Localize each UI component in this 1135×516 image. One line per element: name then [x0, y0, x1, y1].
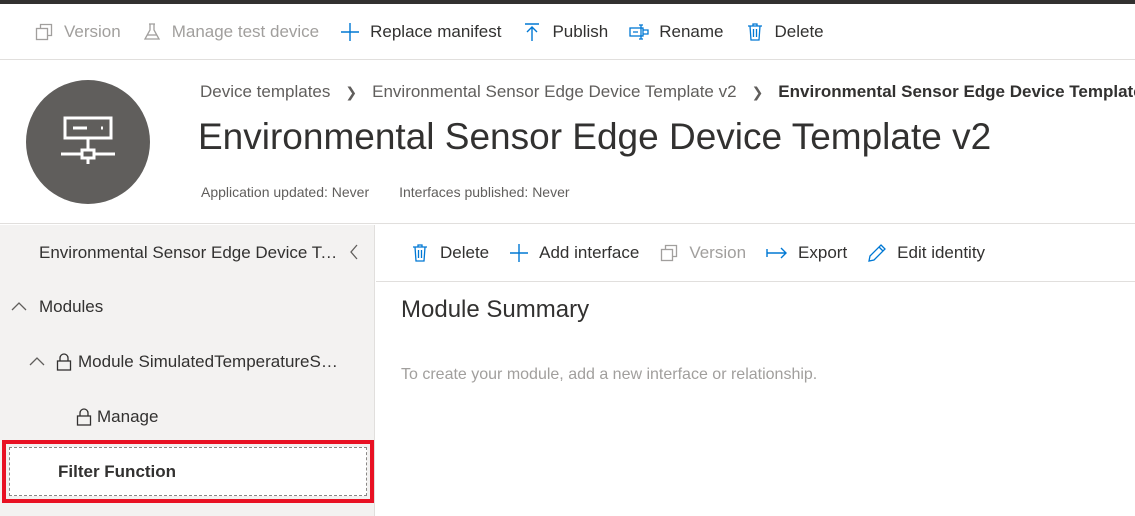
trash-icon — [413, 244, 427, 262]
edit-identity-label: Edit identity — [897, 243, 986, 262]
application-updated-text: Application updated: Never — [201, 184, 370, 200]
publish-icon — [525, 22, 540, 41]
replace-manifest-button[interactable]: Replace manifest — [340, 4, 501, 59]
tree-item-filter-function[interactable]: Filter Function — [9, 447, 367, 496]
export-icon — [766, 247, 788, 259]
tree-item-module[interactable]: Module SimulatedTemperatureSensor — [28, 352, 344, 372]
plus-icon — [341, 22, 360, 41]
chevron-up-icon — [11, 302, 27, 311]
delete-label: Delete — [440, 243, 490, 262]
template-header: Device templates ❯ Environmental Sensor … — [0, 60, 1135, 224]
interfaces-published-text: Interfaces published: Never — [399, 184, 570, 200]
breadcrumb-device-templates[interactable]: Device templates — [200, 82, 330, 102]
publish-label: Publish — [552, 21, 609, 41]
rename-label: Rename — [659, 21, 724, 41]
module-toolbar: Delete Add interface Version Export Edit… — [376, 225, 1135, 282]
module-version-button[interactable]: Version — [659, 225, 746, 281]
replace-manifest-label: Replace manifest — [370, 21, 502, 41]
export-button[interactable]: Export — [766, 225, 847, 281]
template-tree-sidebar: Environmental Sensor Edge Device Templat… — [0, 225, 375, 516]
add-interface-button[interactable]: Add interface — [509, 225, 639, 281]
chevron-up-icon — [29, 357, 45, 366]
breadcrumb: Device templates ❯ Environmental Sensor … — [200, 82, 1135, 102]
tree-item-manage[interactable]: Manage — [76, 407, 158, 427]
version-icon — [35, 23, 53, 40]
delete-template-button[interactable]: Delete — [745, 4, 824, 59]
lock-icon — [76, 408, 92, 426]
sidebar-title: Environmental Sensor Edge Device Templat… — [39, 243, 344, 262]
device-template-avatar — [26, 80, 150, 204]
section-title: Module Summary — [401, 296, 590, 323]
empty-state-message: To create your module, add a new interfa… — [401, 366, 818, 383]
tree-item-label: Filter Function — [58, 461, 177, 481]
network-device-icon — [61, 116, 115, 164]
delete-label: Delete — [774, 21, 824, 41]
version-label: Version — [64, 21, 121, 41]
plus-icon — [510, 244, 529, 262]
tree-item-modules[interactable]: Modules — [10, 297, 103, 317]
manage-test-device-button[interactable]: Manage test device — [142, 4, 319, 59]
export-label: Export — [798, 243, 848, 262]
delete-module-button[interactable]: Delete — [410, 225, 489, 281]
trash-icon — [747, 22, 762, 41]
version-icon — [661, 244, 678, 262]
publish-button[interactable]: Publish — [522, 4, 608, 59]
breadcrumb-current: Environmental Sensor Edge Device Templat… — [778, 82, 1135, 101]
rename-icon — [629, 23, 649, 40]
highlight-box: Filter Function — [2, 440, 374, 503]
lock-icon — [56, 353, 72, 371]
rename-button[interactable]: Rename — [629, 4, 724, 59]
version-label: Version — [689, 243, 747, 262]
pencil-icon — [868, 244, 887, 262]
template-toolbar: Version Manage test device Replace manif… — [0, 4, 1135, 60]
edit-identity-button[interactable]: Edit identity — [867, 225, 985, 281]
template-meta: Application updated: Never Interfaces pu… — [201, 184, 570, 200]
tree-item-label: Module SimulatedTemperatureSensor — [78, 352, 344, 371]
breadcrumb-template[interactable]: Environmental Sensor Edge Device Templat… — [372, 82, 736, 102]
add-interface-label: Add interface — [539, 243, 640, 262]
tree-item-label: Manage — [97, 407, 159, 426]
tree-item-label: Modules — [39, 297, 104, 316]
flask-icon — [143, 22, 160, 40]
page-title: Environmental Sensor Edge Device Templat… — [198, 116, 992, 157]
chevron-right-icon: ❯ — [751, 83, 764, 100]
chevron-right-icon: ❯ — [345, 83, 358, 100]
manage-test-device-label: Manage test device — [171, 21, 320, 41]
chevron-left-icon[interactable] — [344, 242, 364, 262]
version-button[interactable]: Version — [34, 4, 121, 59]
